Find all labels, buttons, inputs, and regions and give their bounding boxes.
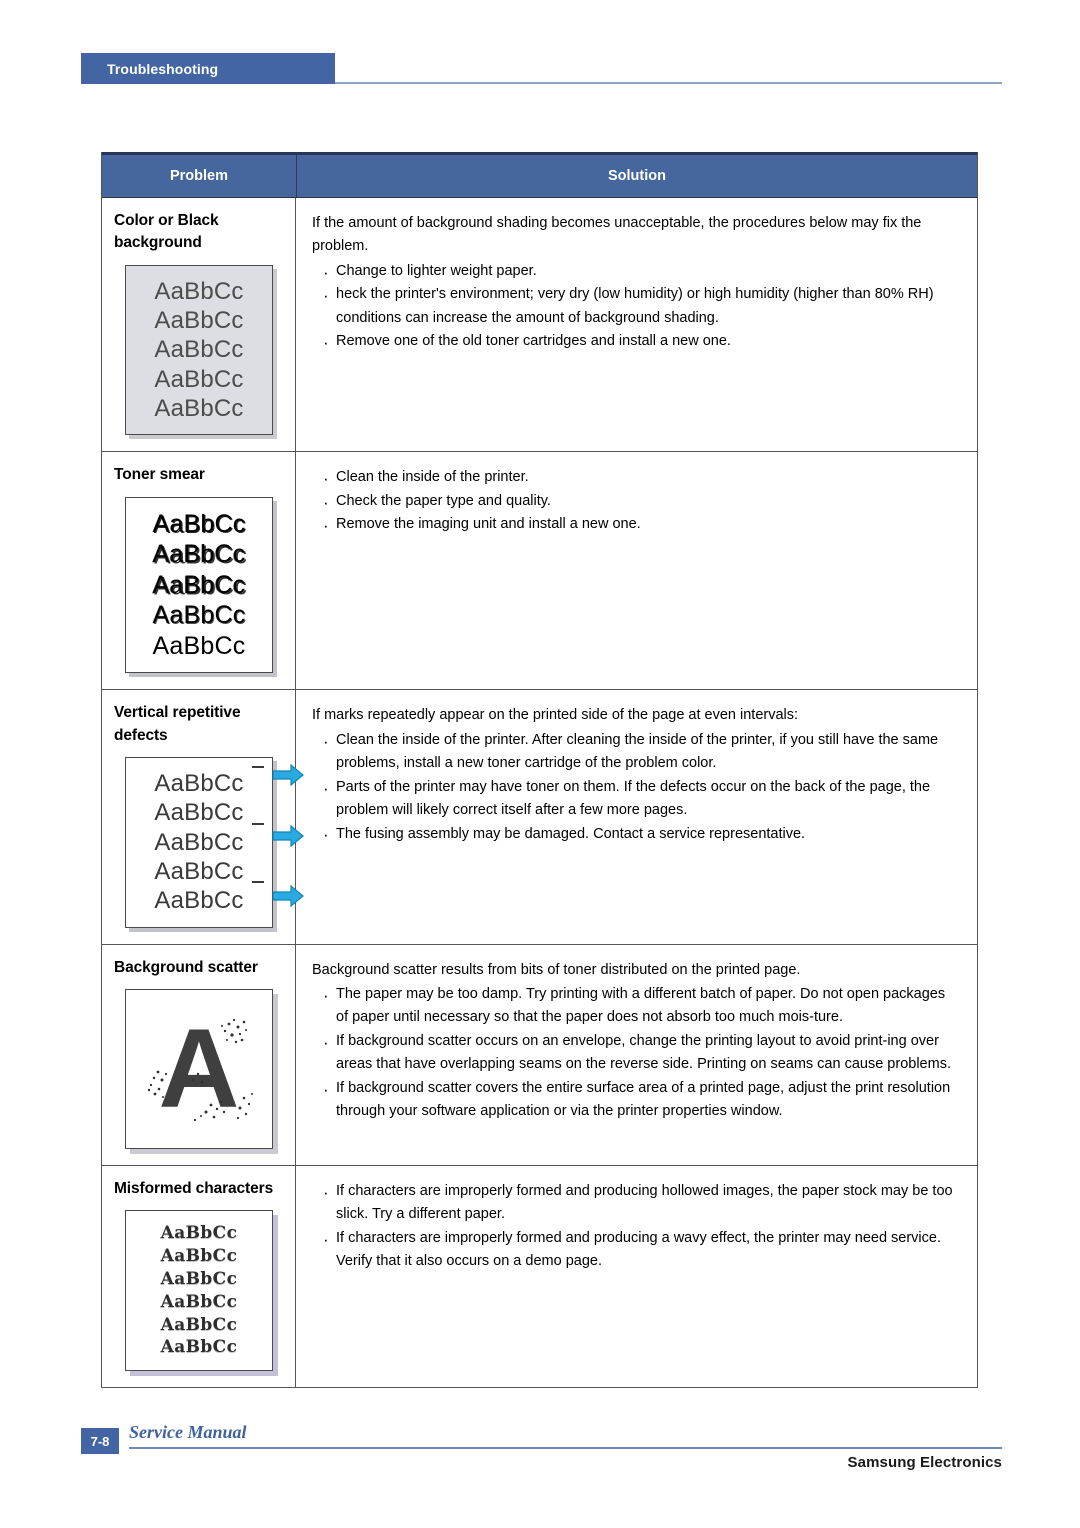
solution-bullet: Remove the imaging unit and install a ne… xyxy=(322,512,959,540)
solution-cell: Background scatter results from bits of … xyxy=(296,945,977,1165)
section-tab-label: Troubleshooting xyxy=(107,60,219,77)
page-number-badge: 7-8 xyxy=(81,1428,119,1454)
solution-bullet: Clean the inside of the printer. xyxy=(322,465,959,493)
troubleshooting-table: Problem Solution Color or Black backgrou… xyxy=(101,152,978,1389)
sample-line-with-defect: AaBbCc xyxy=(132,828,266,857)
sample-sheet: A xyxy=(125,988,273,1149)
sample-sheet: AaBbCc AaBbCc AaBbCc AaBbCc AaBbCc xyxy=(125,496,273,674)
solution-bullet: If background scatter covers the entire … xyxy=(322,1076,959,1124)
solution-lead-text: If marks repeatedly appear on the printe… xyxy=(312,707,799,724)
solution-bullet: Clean the inside of the printer. After c… xyxy=(322,728,959,776)
solution-bullet: If background scatter occurs on an envel… xyxy=(322,1029,959,1077)
section-tab: Troubleshooting xyxy=(81,53,335,84)
sample-text-line: AaBbCc xyxy=(160,1337,238,1358)
column-header-solution: Solution xyxy=(608,168,666,184)
sample-line-with-defect: AaBbCc xyxy=(132,798,266,827)
sample-sheet: AaBbCc AaBbCc AaBbCc AaBbCc AaBbCc xyxy=(125,264,273,436)
sample-text-line: AaBbCc xyxy=(154,277,244,305)
solution-bullet: Check the paper type and quality. xyxy=(322,489,959,517)
manual-title: Service Manual xyxy=(129,1422,247,1442)
solution-bullet: If characters are improperly formed and … xyxy=(322,1226,959,1274)
problem-cell: Misformed characters AaBbCc AaBbCc AaBbC… xyxy=(102,1165,296,1388)
solution-cell: If the amount of background shading beco… xyxy=(296,198,977,451)
solution-bullet-list: Clean the inside of the printer. Check t… xyxy=(312,465,959,540)
solution-bullet: The fusing assembly may be damaged. Cont… xyxy=(322,821,959,849)
problem-title: Background scatter xyxy=(114,958,258,976)
table-row: Background scatter A Background scatter … xyxy=(102,944,977,1166)
sample-text-line: AaBbCc xyxy=(152,509,246,538)
sample-sheet: AaBbCc AaBbCc AaBbCc AaBbCc AaBbCc xyxy=(125,757,273,928)
page-footer: 7-8 Service Manual Samsung Electronics xyxy=(0,1418,1080,1508)
sample-text-line: AaBbCc xyxy=(154,770,244,798)
table-row: Toner smear AaBbCc AaBbCc AaBbCc AaBbCc … xyxy=(102,452,977,691)
sample-print-misformed-characters: AaBbCc AaBbCc AaBbCc AaBbCc AaBbCc AaBbC… xyxy=(125,1210,273,1372)
sample-sheet: AaBbCc AaBbCc AaBbCc AaBbCc AaBbCc AaBbC… xyxy=(125,1210,273,1372)
sample-print-toner-smear: AaBbCc AaBbCc AaBbCc AaBbCc AaBbCc xyxy=(125,496,273,674)
sample-line-with-defect: AaBbCc xyxy=(132,886,266,915)
table-row: Color or Black background AaBbCc AaBbCc … xyxy=(102,198,977,453)
table-row: Misformed characters AaBbCc AaBbCc AaBbC… xyxy=(102,1165,977,1388)
solution-bullet-list: Clean the inside of the printer. After c… xyxy=(312,728,959,850)
sample-text-line: AaBbCc xyxy=(160,1246,238,1267)
problem-title: Toner smear xyxy=(114,466,205,484)
problem-cell: Toner smear AaBbCc AaBbCc AaBbCc AaBbCc … xyxy=(102,452,296,690)
solution-bullet-list: The paper may be too damp. Try printing … xyxy=(312,982,959,1124)
sample-text-line: AaBbCc xyxy=(152,570,246,599)
defect-mark xyxy=(252,822,264,825)
problem-title: Vertical repetitive defects xyxy=(114,704,241,744)
sample-print-gray-background: AaBbCc AaBbCc AaBbCc AaBbCc AaBbCc xyxy=(125,264,273,436)
sample-line-with-defect: AaBbCc xyxy=(132,766,266,798)
sample-line-with-defect: AaBbCc xyxy=(132,857,266,886)
sample-text-line: AaBbCc xyxy=(154,336,244,364)
solution-bullet: If characters are improperly formed and … xyxy=(322,1179,959,1227)
table-row: Vertical repetitive defects AaBbCc AaBbC… xyxy=(102,690,977,945)
sample-text-line: AaBbCc xyxy=(154,799,244,827)
sample-text-line: AaBbCc xyxy=(154,307,244,335)
column-header-problem: Problem xyxy=(102,155,297,197)
solution-lead-text: If the amount of background shading beco… xyxy=(312,215,922,255)
sample-text-line: AaBbCc xyxy=(154,828,244,856)
table-header-row: Problem Solution xyxy=(102,152,977,198)
sample-print-background-scatter: A xyxy=(125,988,273,1149)
solution-bullet: Remove one of the old toner cartridges a… xyxy=(322,329,959,357)
sample-text-line: AaBbCc xyxy=(154,887,244,915)
defect-mark xyxy=(252,766,264,769)
sample-print-vertical-defects: AaBbCc AaBbCc AaBbCc AaBbCc AaBbCc xyxy=(125,757,304,928)
defect-mark xyxy=(252,881,264,884)
sample-text-line: AaBbCc xyxy=(152,631,246,660)
sample-text-line: AaBbCc xyxy=(160,1223,238,1244)
solution-lead-text: Background scatter results from bits of … xyxy=(312,961,801,978)
solution-bullet: The paper may be too damp. Try printing … xyxy=(322,982,959,1030)
page-header: Troubleshooting xyxy=(0,0,1080,100)
solution-cell: If marks repeatedly appear on the printe… xyxy=(296,690,977,943)
sample-text-line: AaBbCc xyxy=(160,1314,238,1335)
sample-text-line: AaBbCc xyxy=(154,365,244,393)
sample-text-line: AaBbCc xyxy=(154,395,244,422)
solution-bullet-list: If characters are improperly formed and … xyxy=(312,1179,959,1274)
company-name: Samsung Electronics xyxy=(847,1454,1002,1471)
toner-scatter-speckles-icon xyxy=(147,1018,253,1122)
solution-cell: If characters are improperly formed and … xyxy=(296,1166,977,1387)
sample-text-line: AaBbCc xyxy=(152,540,246,569)
problem-cell: Color or Black background AaBbCc AaBbCc … xyxy=(102,198,296,452)
solution-bullet: Change to lighter weight paper. xyxy=(322,259,959,287)
footer-divider-rule xyxy=(129,1447,1002,1449)
solution-bullet: Parts of the printer may have toner on t… xyxy=(322,774,959,823)
solution-cell: Clean the inside of the printer. Check t… xyxy=(296,452,977,689)
sample-text-line: AaBbCc xyxy=(160,1268,238,1289)
sample-text-line: AaBbCc xyxy=(152,601,246,630)
problem-cell: Vertical repetitive defects AaBbCc AaBbC… xyxy=(102,690,304,944)
sample-text-line: AaBbCc xyxy=(154,857,244,885)
problem-title: Color or Black background xyxy=(114,212,219,252)
problem-cell: Background scatter A xyxy=(102,944,296,1165)
solution-bullet-list: Change to lighter weight paper. heck the… xyxy=(312,259,959,358)
solution-bullet: heck the printer's environment; very dry… xyxy=(322,282,959,330)
problem-title: Misformed characters xyxy=(114,1179,274,1197)
header-divider-rule xyxy=(335,82,1002,84)
sample-text-line: AaBbCc xyxy=(160,1291,238,1312)
